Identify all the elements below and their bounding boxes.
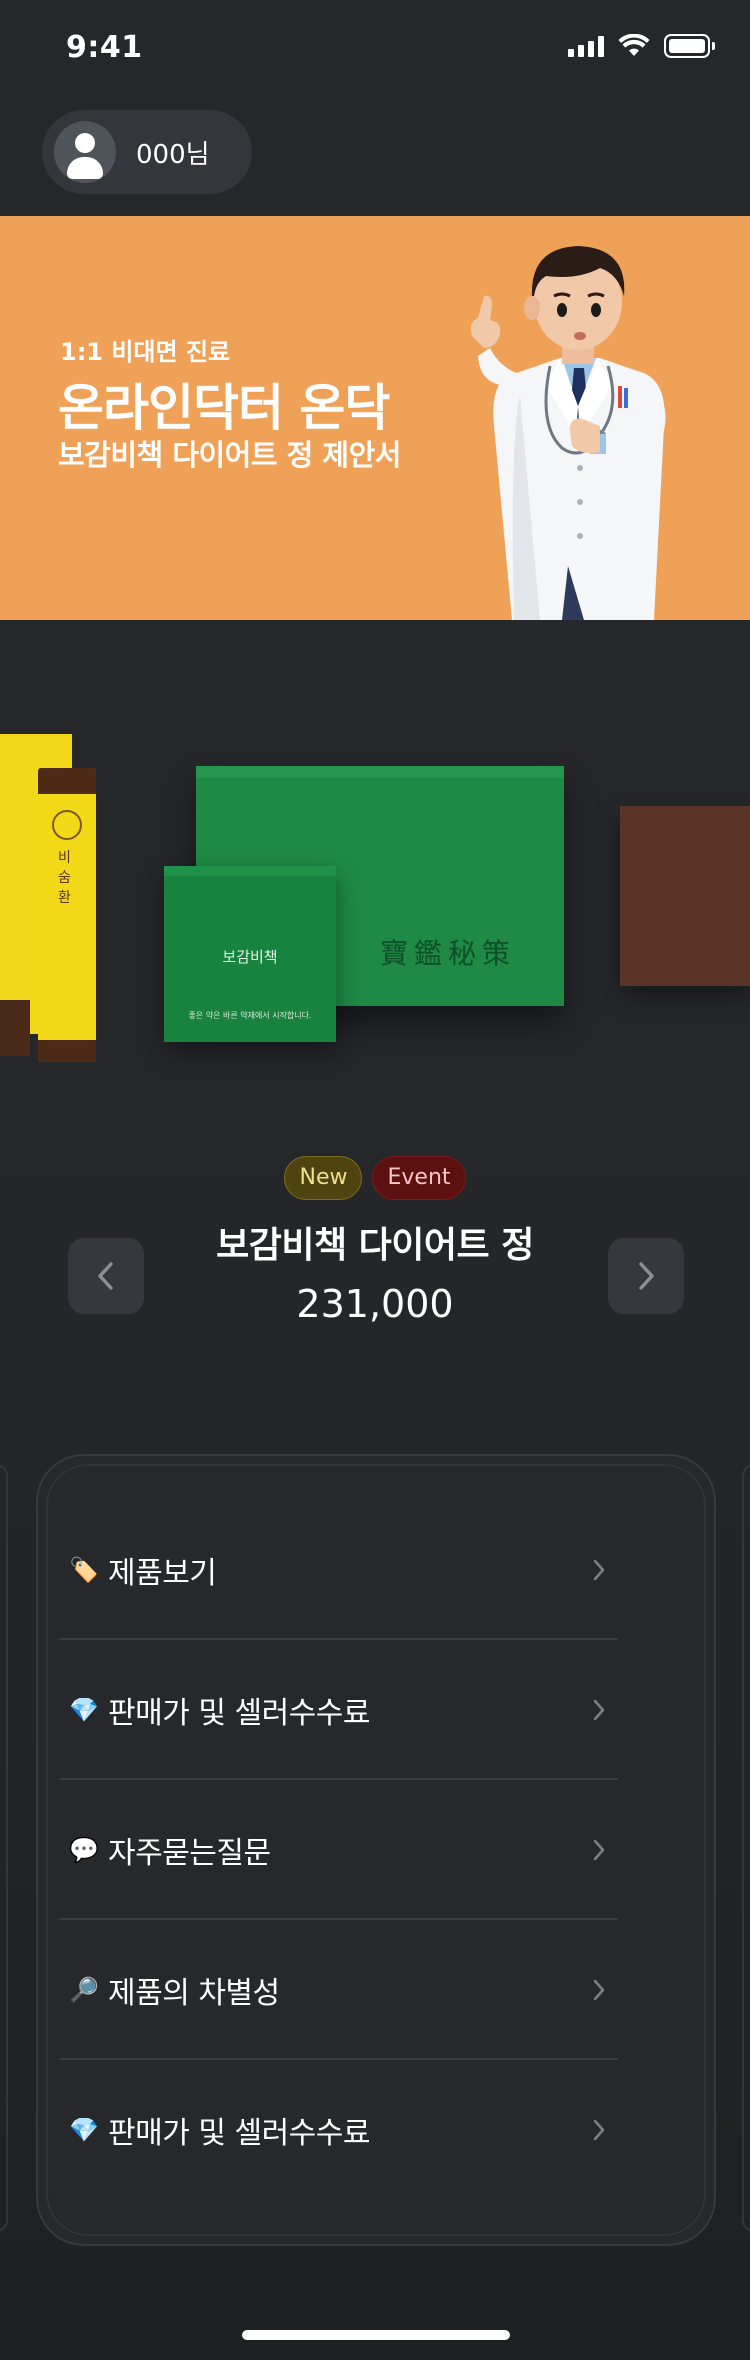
product-gift-box-lid — [196, 766, 564, 778]
chevron-right-icon — [593, 1839, 605, 1861]
badge-new: New — [284, 1156, 363, 1200]
user-profile-button[interactable]: 000님 — [42, 110, 252, 194]
banner-subtitle: 1:1 비대면 진료 — [60, 338, 231, 366]
status-bar: 9:41 — [0, 0, 750, 90]
menu-item-price-fee[interactable]: 💎 판매가 및 셀러수수료 — [60, 1640, 618, 1780]
gem-icon: 💎 — [69, 2116, 99, 2144]
product-pouch-seal — [164, 866, 336, 876]
product-pouch-title: 보감비책 — [222, 948, 278, 966]
doctor-illustration — [470, 246, 666, 620]
speech-bubble-icon: 💬 — [69, 1836, 99, 1864]
menu-item-faq[interactable]: 💬 자주묻는질문 — [60, 1780, 618, 1920]
next-product-button[interactable] — [608, 1238, 684, 1314]
menu-item-product-view[interactable]: 🏷️ 제품보기 — [60, 1500, 618, 1640]
menu-item-price-fee-2[interactable]: 💎 판매가 및 셀러수수료 — [60, 2060, 618, 2200]
badge-event: Event — [372, 1156, 466, 1200]
tag-icon: 🏷️ — [69, 1556, 99, 1584]
product-stick-label: 비숨환 — [58, 850, 71, 906]
product-stick-top — [38, 768, 96, 794]
product-gift-box-title: 寶鑑秘策 — [380, 937, 517, 970]
chevron-right-icon — [593, 1559, 605, 1581]
chevron-right-icon — [593, 1699, 605, 1721]
menu-item-differentiation[interactable]: 🔎 제품의 차별성 — [60, 1920, 618, 2060]
chevron-left-icon — [98, 1262, 113, 1290]
prev-card-peek[interactable] — [0, 1464, 8, 2232]
gem-icon: 💎 — [69, 1696, 99, 1724]
chevron-right-icon — [639, 1262, 654, 1290]
status-time: 9:41 — [66, 30, 143, 65]
chevron-right-icon — [593, 2119, 605, 2141]
battery-icon — [664, 34, 715, 58]
wifi-icon — [618, 34, 650, 56]
product-box-brown — [620, 806, 750, 986]
home-indicator[interactable] — [242, 2330, 510, 2340]
magnifier-icon: 🔎 — [69, 1976, 99, 2004]
user-name: 000님 — [136, 139, 210, 170]
signal-icon — [568, 35, 604, 57]
product-stick-logo — [52, 810, 82, 840]
menu-item-label: 자주묻는질문 — [108, 1836, 271, 1871]
product-box-yellow-base — [0, 1000, 30, 1056]
product-pouch-tagline: 좋은 약은 바른 약재에서 시작합니다. — [188, 1011, 312, 1020]
prev-product-button[interactable] — [68, 1238, 144, 1314]
banner-description: 보감비책 다이어트 정 제안서 — [58, 438, 401, 472]
chevron-right-icon — [593, 1979, 605, 2001]
user-avatar-icon — [54, 121, 116, 183]
app-screen: 9:41 000님 1:1 비대면 진료 온라인닥터 온닥 보감비책 다이어트 … — [0, 0, 750, 2360]
menu-item-label: 제품보기 — [108, 1556, 217, 1591]
menu-item-label: 판매가 및 셀러수수료 — [108, 1696, 370, 1731]
product-image-carousel[interactable]: 비숨환 寶鑑秘策 보감비책 좋은 약은 바른 약재에서 시작합니다. — [0, 620, 750, 1120]
menu-item-label: 제품의 차별성 — [108, 1976, 280, 2011]
menu-item-label: 판매가 및 셀러수수료 — [108, 2116, 370, 2151]
product-badges: New Event — [0, 1156, 750, 1200]
next-card-peek[interactable] — [742, 1464, 750, 2232]
promo-banner[interactable]: 1:1 비대면 진료 온라인닥터 온닥 보감비책 다이어트 정 제안서 — [0, 216, 750, 620]
banner-title: 온라인닥터 온닥 — [58, 379, 390, 437]
product-stick-bottom — [38, 1040, 96, 1062]
status-icons — [568, 34, 715, 58]
